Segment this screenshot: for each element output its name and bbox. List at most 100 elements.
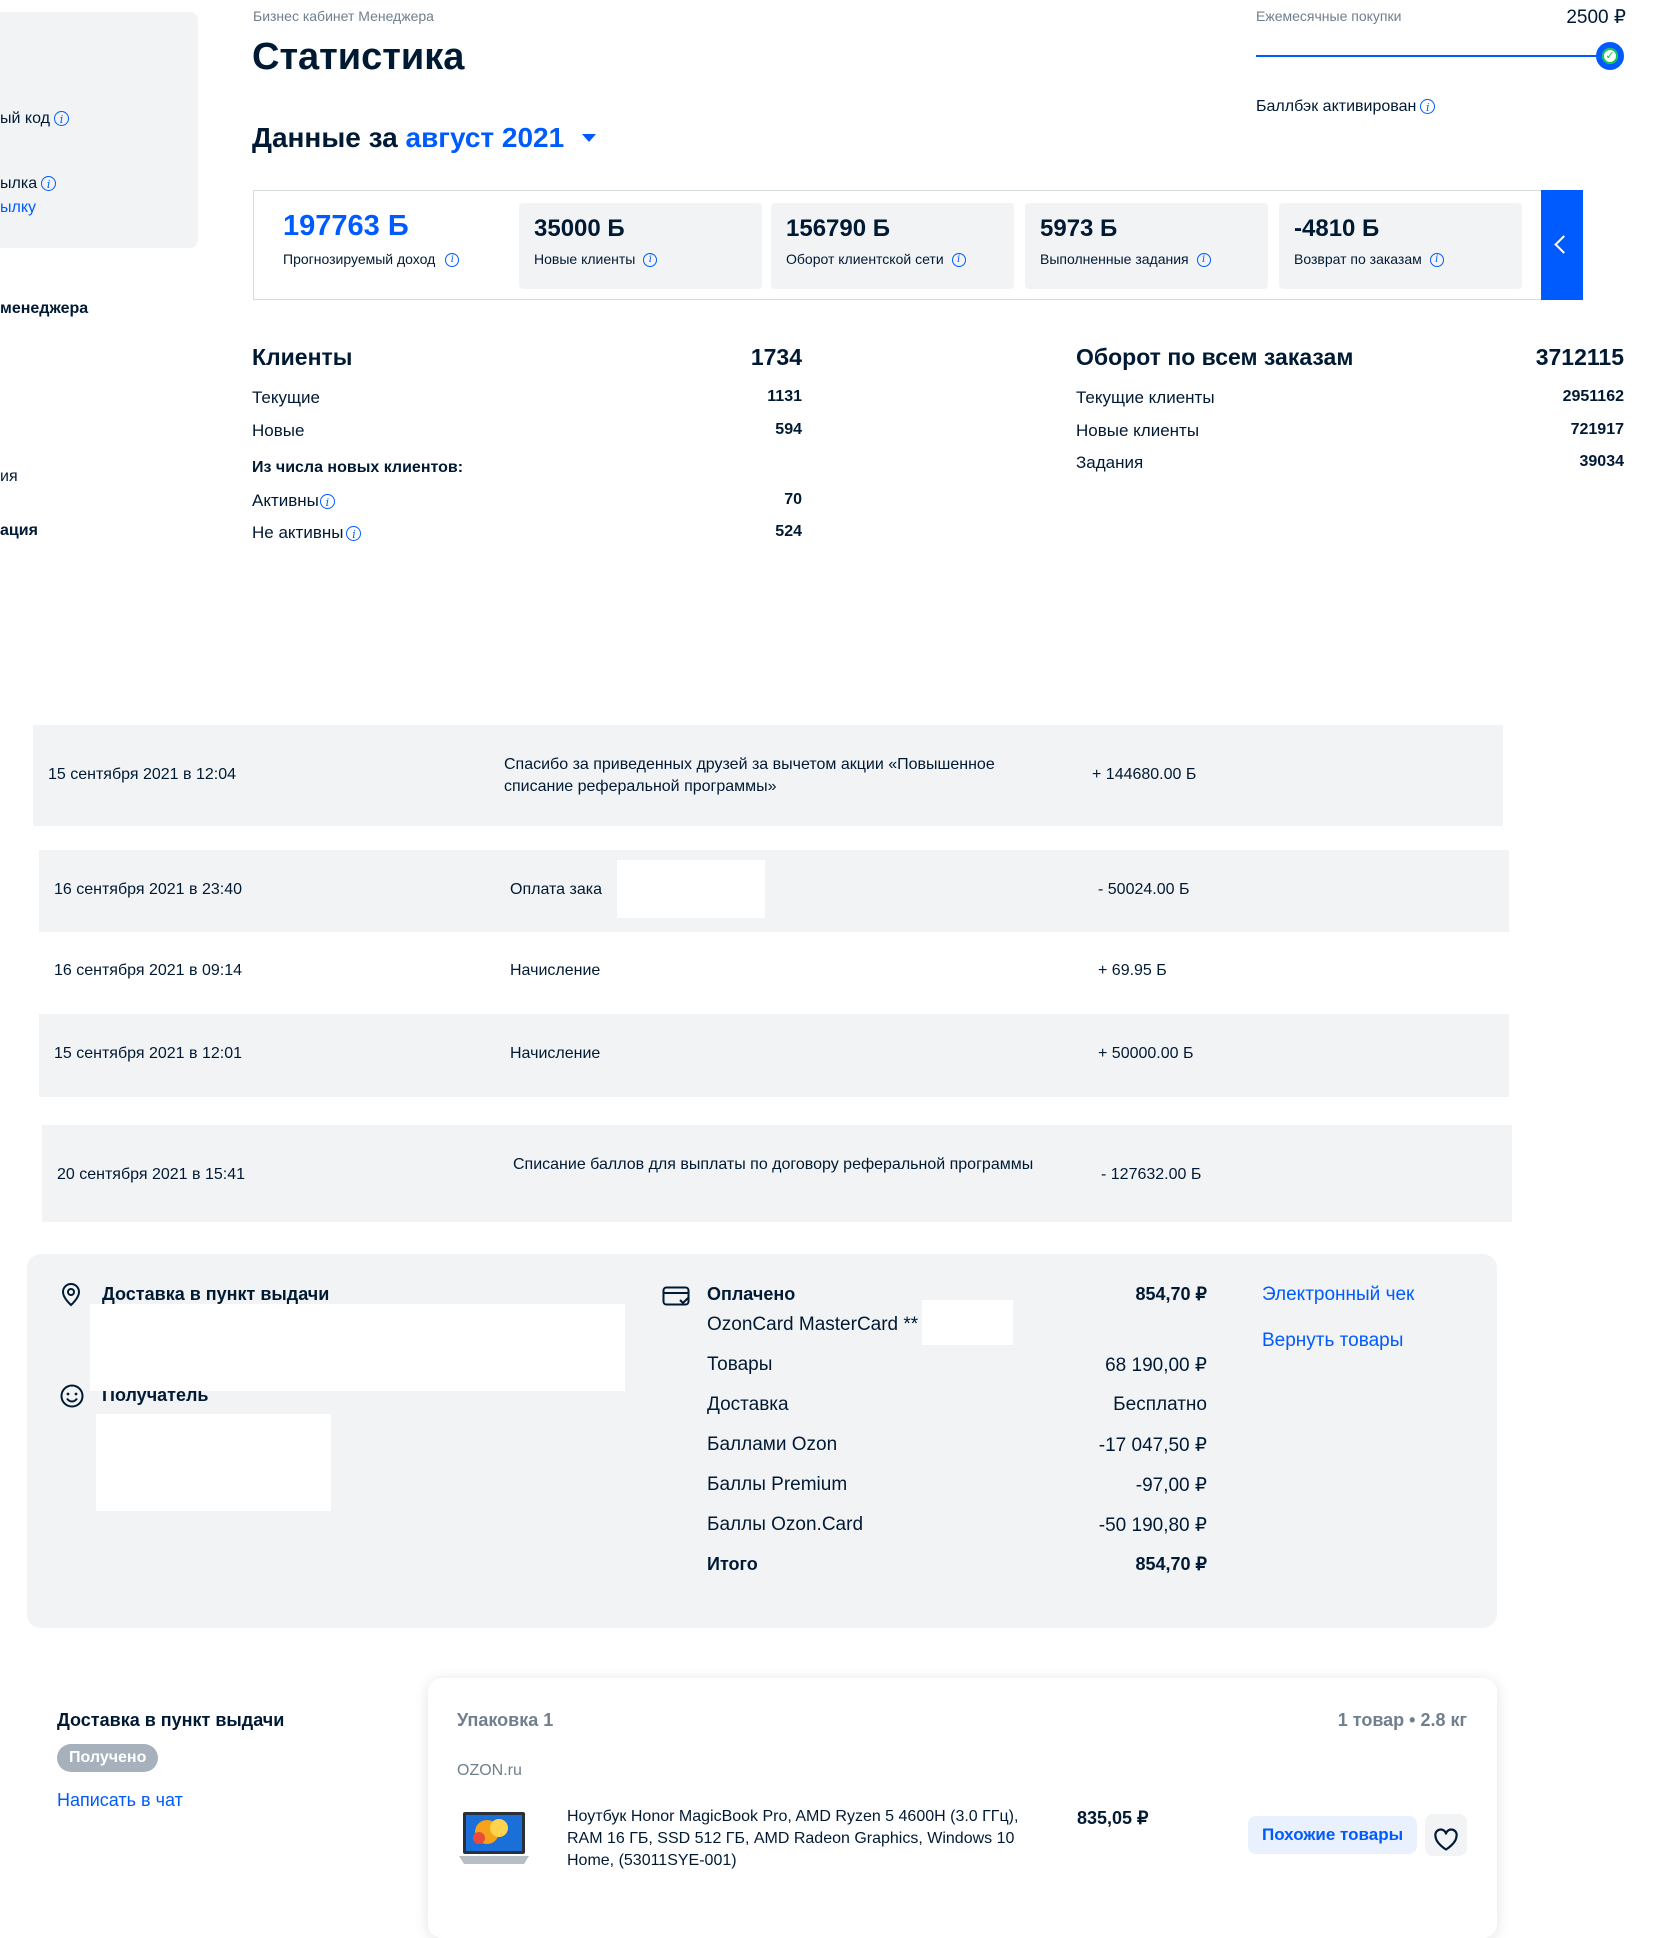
new-clients-subheading: Из числа новых клиентов: [252, 459, 464, 476]
stat-value: 156790 Б [786, 215, 891, 242]
total-label: Итого [707, 1554, 758, 1574]
row-label-text: Не активны [252, 523, 344, 542]
stat-label: Новые клиенты i [534, 251, 658, 268]
clients-inactive-label: Не активны i [252, 523, 362, 543]
favorite-button[interactable] [1425, 1814, 1467, 1856]
info-icon[interactable]: i [1196, 253, 1211, 268]
stat-label-text: Выполненные задания [1040, 251, 1189, 267]
clients-title: Клиенты [252, 344, 353, 370]
info-icon[interactable]: i [643, 253, 658, 268]
chat-link[interactable]: Написать в чат [57, 1790, 183, 1811]
stat-card-network-turnover: 156790 Б Оборот клиентской сети i [771, 203, 1014, 289]
stat-label: Возврат по заказам i [1294, 251, 1444, 268]
info-icon[interactable]: i [346, 526, 362, 542]
total-value: 854,70 ₽ [1135, 1554, 1207, 1574]
turnover-title: Оборот по всем заказам [1076, 344, 1354, 370]
sidebar-copy-link[interactable]: ылку [0, 199, 36, 217]
product-name[interactable]: Ноутбук Honor MagicBook Pro, AMD Ryzen 5… [567, 1806, 1047, 1872]
turnover-tasks-label: Задания [1076, 453, 1144, 472]
transaction-date: 16 сентября 2021 в 23:40 [54, 881, 242, 898]
transaction-date: 15 сентября 2021 в 12:01 [54, 1045, 242, 1062]
turnover-new-label: Новые клиенты [1076, 421, 1200, 440]
package-delivery-heading: Доставка в пункт выдачи [57, 1710, 285, 1730]
delivery-heading: Доставка в пункт выдачи [102, 1284, 330, 1304]
redacted-area [96, 1414, 331, 1511]
purchases-progress-track [1256, 55, 1614, 57]
sidebar-item-link[interactable]: ылка i [0, 175, 57, 193]
stat-card-completed-tasks: 5973 Б Выполненные задания i [1025, 203, 1268, 289]
transaction-date: 16 сентября 2021 в 09:14 [54, 962, 242, 979]
monthly-purchases-label: Ежемесячные покупки [1256, 8, 1402, 24]
info-icon[interactable]: i [319, 494, 335, 510]
stat-label-text: Прогнозируемый доход [283, 251, 436, 267]
breadcrumb[interactable]: Бизнес кабинет Менеджера [253, 8, 434, 24]
period-selector[interactable]: Данные за август 2021 [252, 122, 597, 154]
redacted-area [90, 1304, 625, 1391]
line-ozoncard-points-label: Баллы Ozon.Card [707, 1514, 864, 1535]
turnover-tasks-value: 39034 [1579, 453, 1625, 470]
seller-name[interactable]: OZON.ru [457, 1762, 522, 1780]
stat-label-text: Оборот клиентской сети [786, 251, 944, 267]
info-icon[interactable]: i [1429, 253, 1444, 268]
transaction-description: Списание баллов для выплаты по договору … [513, 1156, 1034, 1173]
line-ozon-points-value: -17 047,50 ₽ [1098, 1435, 1207, 1456]
transaction-amount: - 127632.00 Б [1101, 1166, 1202, 1183]
transaction-row: 16 сентября 2021 в 23:40 Оплата зака - 5… [39, 850, 1509, 932]
redacted-area [617, 860, 765, 918]
info-icon[interactable]: i [1420, 99, 1436, 115]
transaction-amount: + 50000.00 Б [1098, 1045, 1194, 1062]
e-receipt-link[interactable]: Электронный чек [1262, 1284, 1414, 1306]
clients-active-label: Активны i [252, 491, 335, 511]
row-label-text: Активны [252, 491, 319, 510]
product-image[interactable] [457, 1808, 531, 1874]
clients-new-value: 594 [775, 421, 802, 438]
line-ozoncard-points-value: -50 190,80 ₽ [1098, 1515, 1207, 1536]
info-icon[interactable]: i [41, 176, 57, 192]
stat-value: 35000 Б [534, 215, 625, 242]
paid-heading: Оплачено [707, 1284, 796, 1304]
page-title: Статистика [252, 36, 465, 78]
sidebar-item-referral-code[interactable]: ый код i [0, 110, 69, 128]
turnover-new-value: 721917 [1570, 421, 1624, 438]
sidebar-item-misc[interactable]: ия [0, 468, 18, 486]
line-ozon-points-label: Баллами Ozon [707, 1434, 838, 1455]
info-icon[interactable]: i [53, 111, 69, 127]
sidebar-item-active[interactable]: ация [0, 522, 38, 540]
caret-down-icon[interactable] [582, 133, 597, 142]
stat-card-order-returns: -4810 Б Возврат по заказам i [1279, 203, 1522, 289]
period-prefix: Данные за [252, 122, 398, 153]
return-goods-link[interactable]: Вернуть товары [1262, 1330, 1403, 1352]
period-value[interactable]: август 2021 [406, 122, 565, 153]
clients-active-value: 70 [784, 491, 802, 508]
sidebar-item-manager[interactable]: менеджера [0, 300, 88, 318]
turnover-current-value: 2951162 [1562, 388, 1624, 405]
stat-value: 5973 Б [1040, 215, 1118, 242]
clients-current-label: Текущие [252, 388, 320, 407]
info-icon[interactable]: i [951, 253, 966, 268]
package-title: Упаковка 1 [457, 1710, 554, 1730]
payment-card: OzonCard MasterCard ** [707, 1314, 919, 1335]
turnover-current-label: Текущие клиенты [1076, 388, 1215, 407]
redacted-area [922, 1300, 1013, 1345]
line-delivery-label: Доставка [707, 1394, 789, 1415]
transaction-row: 20 сентября 2021 в 15:41 Списание баллов… [42, 1125, 1512, 1222]
chevron-left-icon [1554, 235, 1573, 254]
transaction-description: Начисление [510, 1045, 601, 1062]
transaction-row: 15 сентября 2021 в 12:01 Начисление + 50… [39, 1014, 1509, 1097]
info-icon[interactable]: i [445, 253, 460, 268]
line-premium-points-label: Баллы Premium [707, 1474, 848, 1495]
monthly-purchases-value: 2500 ₽ [1566, 7, 1626, 28]
forecast-income-value: 197763 Б [283, 210, 409, 242]
turnover-total: 3712115 [1535, 344, 1624, 370]
card-icon [662, 1286, 692, 1313]
transaction-row: 15 сентября 2021 в 12:04 Спасибо за прив… [33, 725, 1503, 826]
stat-label: Выполненные задания i [1040, 251, 1211, 268]
location-pin-icon [59, 1282, 83, 1313]
line-premium-points-value: -97,00 ₽ [1135, 1475, 1207, 1496]
similar-products-button[interactable]: Похожие товары [1248, 1816, 1418, 1854]
clients-current-value: 1131 [767, 388, 802, 405]
transaction-amount: + 144680.00 Б [1092, 766, 1197, 783]
line-goods-value: 68 190,00 ₽ [1105, 1355, 1207, 1376]
stats-collapse-button[interactable] [1541, 190, 1583, 300]
purchases-progress-knob: ✓ [1596, 42, 1624, 70]
